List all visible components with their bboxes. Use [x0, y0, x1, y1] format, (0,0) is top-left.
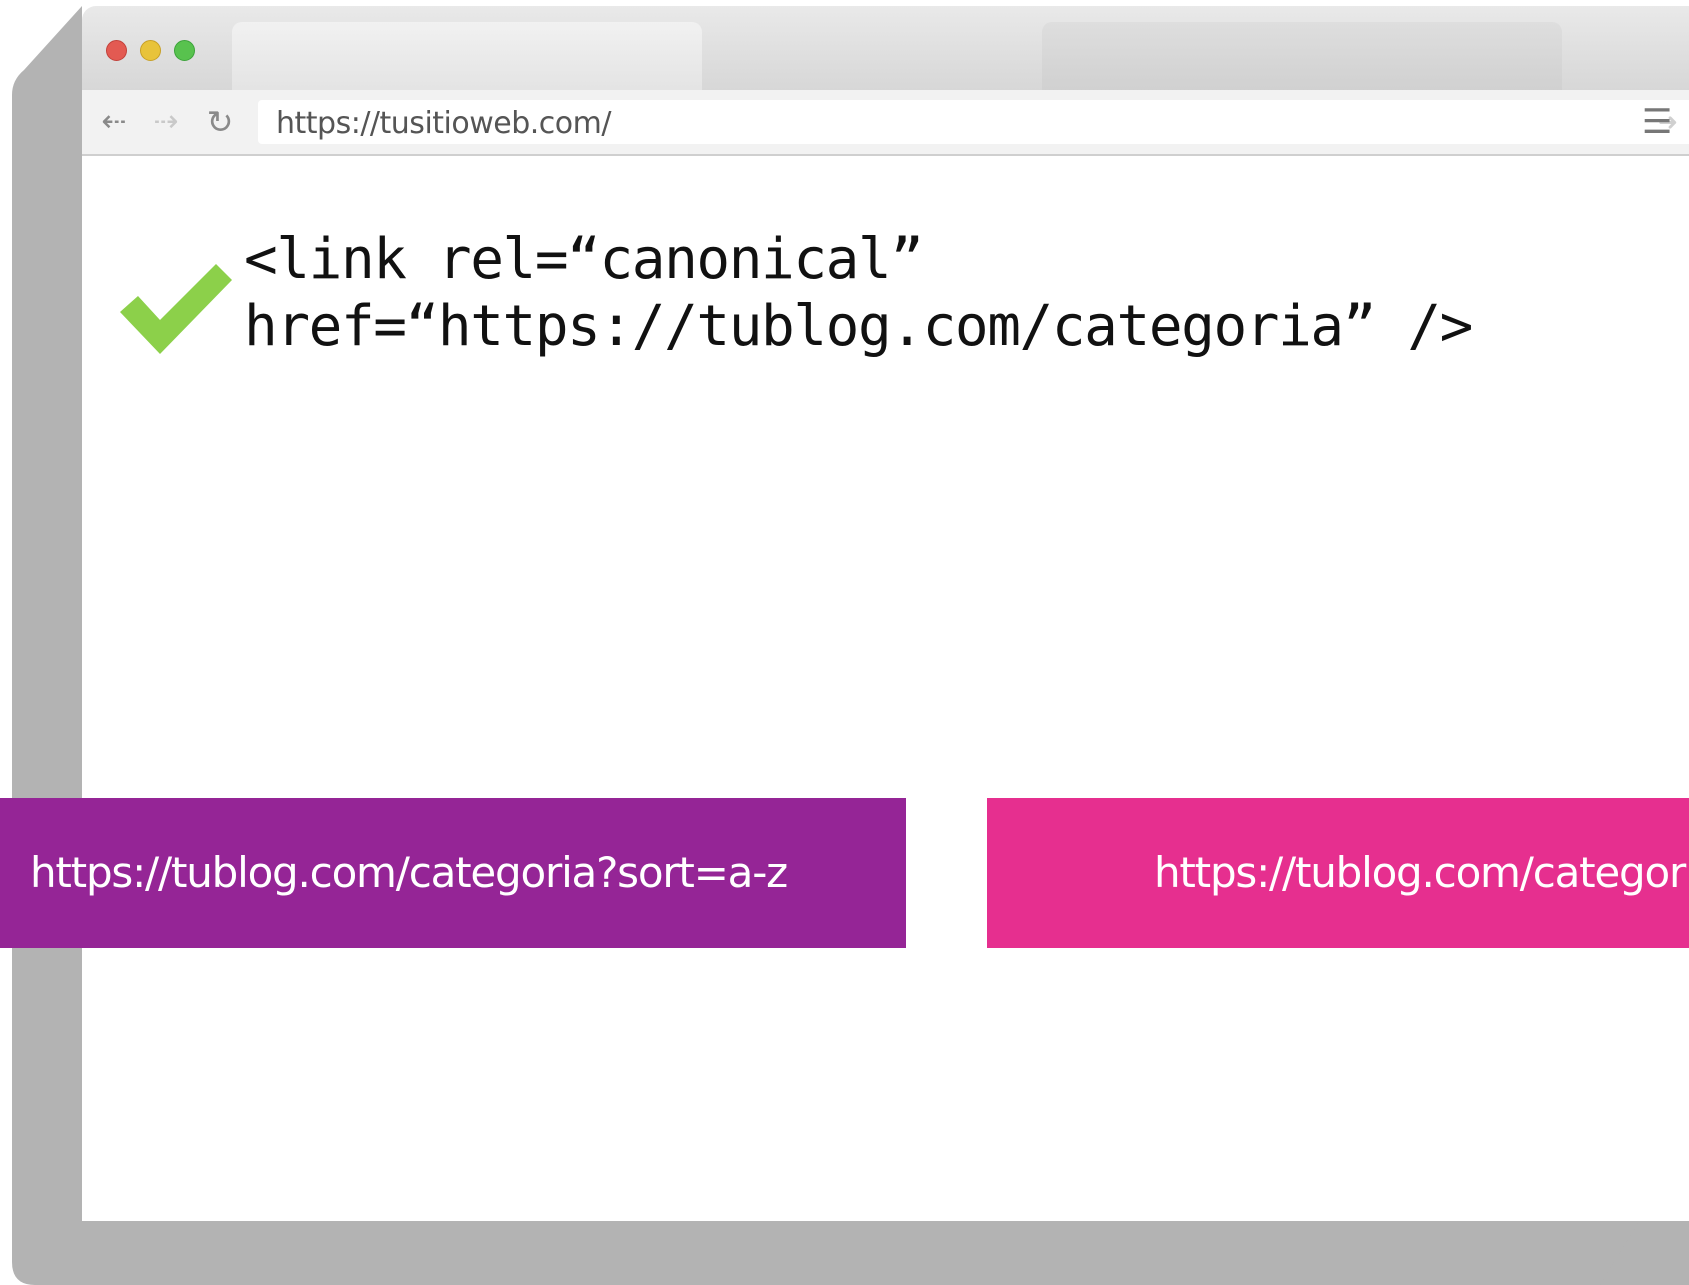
canonical-url-text: https://tublog.com/categoria	[1154, 848, 1689, 897]
canonical-url-box: https://tublog.com/categoria	[987, 798, 1689, 948]
canonical-code-snippet: <link rel=“canonical” href=“https://tubl…	[244, 226, 1473, 360]
back-arrow-icon[interactable]: ⇠	[96, 104, 132, 140]
address-bar-url: https://tusitioweb.com/	[276, 106, 611, 141]
browser-window: ⇠ ⇢ ↻ https://tusitioweb.com/ ➜ ☰	[82, 6, 1689, 1221]
tab-strip	[82, 6, 1689, 90]
code-line-1: <link rel=“canonical”	[244, 227, 924, 292]
forward-arrow-icon[interactable]: ⇢	[148, 104, 184, 140]
hamburger-menu-icon[interactable]: ☰	[1642, 104, 1672, 140]
reload-icon[interactable]: ↻	[202, 104, 238, 140]
address-bar[interactable]: https://tusitioweb.com/ ➜	[258, 100, 1689, 144]
browser-toolbar: ⇠ ⇢ ↻ https://tusitioweb.com/ ➜ ☰	[82, 90, 1689, 156]
browser-tab[interactable]	[232, 22, 702, 90]
duplicate-url-text: https://tublog.com/categoria?sort=a-z	[30, 848, 788, 897]
duplicate-url-box: https://tublog.com/categoria?sort=a-z	[0, 798, 906, 948]
window-close-button[interactable]	[106, 40, 127, 61]
canvas: ⇠ ⇢ ↻ https://tusitioweb.com/ ➜ ☰ <link …	[0, 0, 1689, 1285]
window-maximize-button[interactable]	[174, 40, 195, 61]
window-minimize-button[interactable]	[140, 40, 161, 61]
green-checkmark-icon	[120, 264, 232, 354]
code-line-2: href=“https://tublog.com/categoria” />	[244, 294, 1473, 359]
browser-tab-inactive[interactable]	[1042, 22, 1562, 90]
